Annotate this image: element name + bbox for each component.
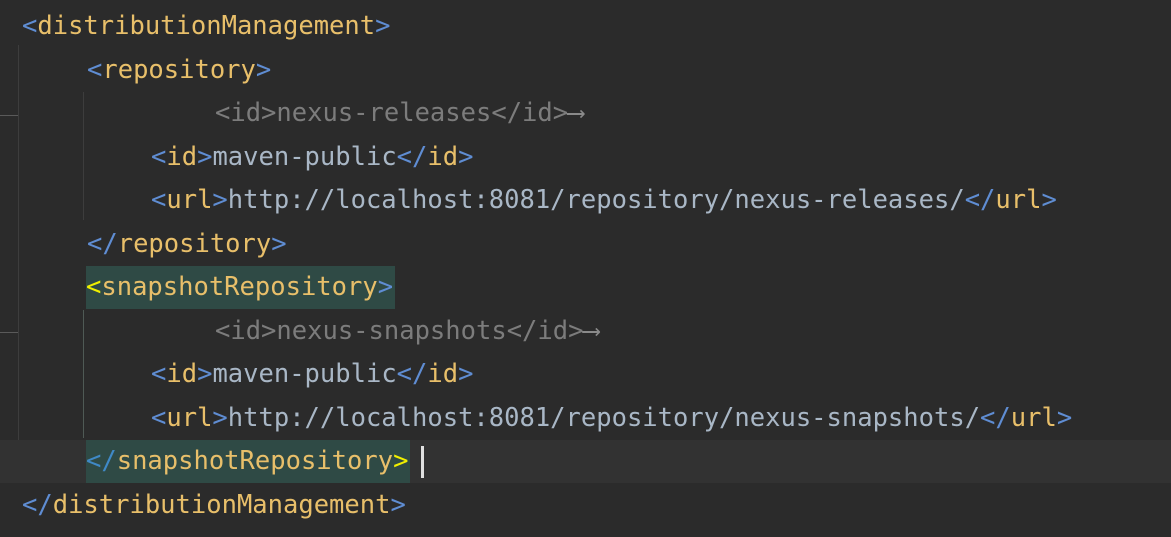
matched-tag-highlight: <snapshotRepository> bbox=[86, 266, 396, 309]
xml-tag: </distributionManagement> bbox=[22, 490, 406, 520]
xml-element: <id>maven-public</id> bbox=[151, 142, 474, 172]
current-code-line[interactable]: </snapshotRepository> bbox=[0, 440, 1171, 483]
xml-tag: </repository> bbox=[87, 229, 287, 259]
code-line[interactable]: <repository> bbox=[0, 49, 1171, 92]
code-line[interactable]: <snapshotRepository> bbox=[0, 266, 1171, 309]
code-line[interactable]: <distributionManagement> bbox=[0, 5, 1171, 48]
code-line[interactable]: </distributionManagement> bbox=[0, 484, 1171, 527]
code-line[interactable]: <id>maven-public</id> bbox=[0, 136, 1171, 179]
xml-element: <url>http://localhost:8081/repository/ne… bbox=[151, 185, 1057, 215]
code-line[interactable]: </repository> bbox=[0, 223, 1171, 266]
xml-tag: <repository> bbox=[87, 55, 272, 85]
xml-element: <id>maven-public</id> bbox=[151, 359, 474, 389]
xml-tag: <distributionManagement> bbox=[22, 11, 391, 41]
arrow-icon: ⟶ bbox=[583, 316, 599, 346]
code-line[interactable]: <url>http://localhost:8081/repository/ne… bbox=[0, 397, 1171, 440]
dimmed-xml-element: <id>nexus-snapshots</id>⟶ bbox=[215, 316, 599, 346]
arrow-icon: ⟶ bbox=[568, 98, 584, 128]
code-line[interactable]: <url>http://localhost:8081/repository/ne… bbox=[0, 179, 1171, 222]
code-editor[interactable]: <distributionManagement> <repository> <i… bbox=[0, 0, 1171, 537]
text-caret bbox=[421, 446, 424, 478]
code-line[interactable]: <id>nexus-releases</id>⟶ bbox=[0, 92, 1171, 135]
dimmed-xml-element: <id>nexus-releases</id>⟶ bbox=[215, 98, 584, 128]
code-line[interactable]: <id>nexus-snapshots</id>⟶ bbox=[0, 310, 1171, 353]
matched-tag-highlight: </snapshotRepository> bbox=[86, 440, 411, 483]
xml-element: <url>http://localhost:8081/repository/ne… bbox=[151, 403, 1073, 433]
code-line[interactable]: <id>maven-public</id> bbox=[0, 353, 1171, 396]
